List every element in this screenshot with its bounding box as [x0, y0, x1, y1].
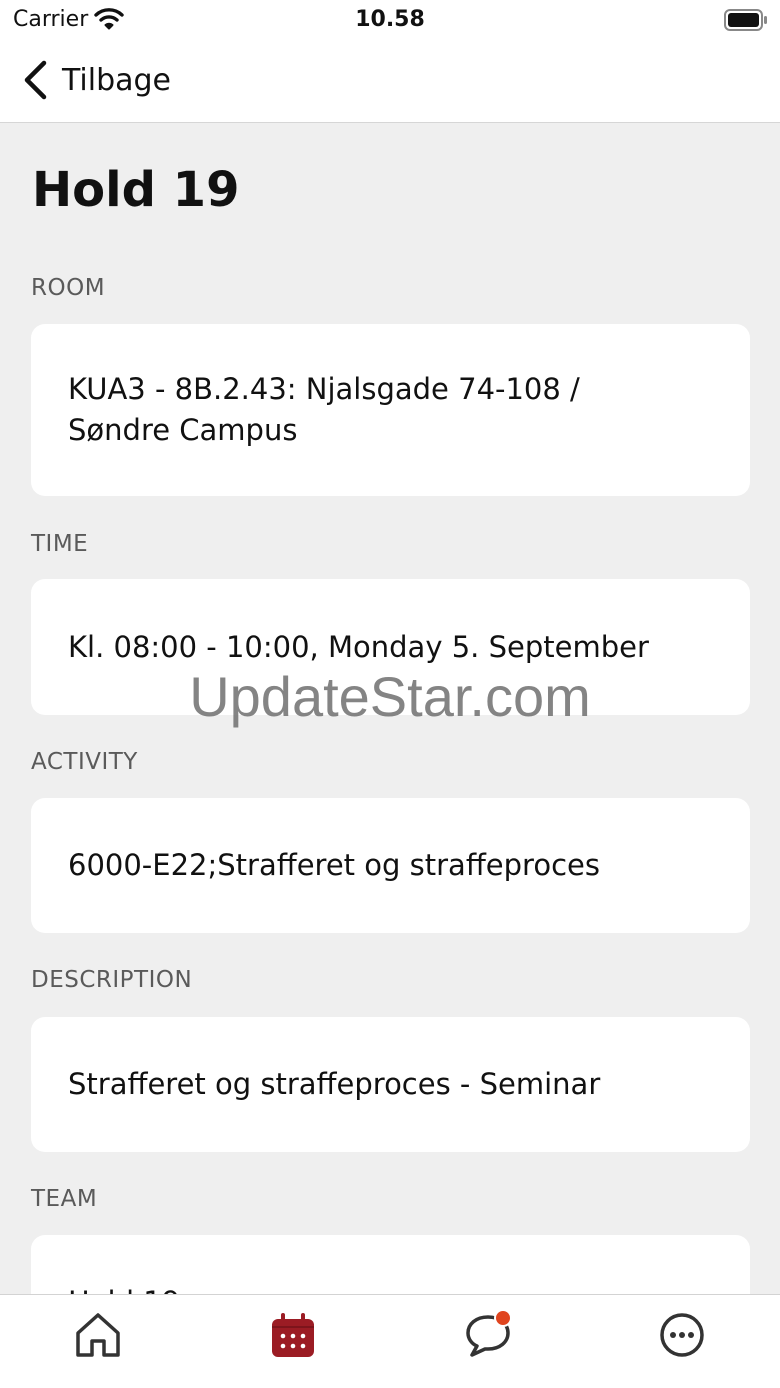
tab-messages[interactable]: [458, 1305, 518, 1365]
chevron-left-icon: [24, 60, 47, 100]
time-card: Kl. 08:00 - 10:00, Monday 5. September: [31, 579, 750, 715]
activity-value: 6000-E22;Strafferet og straffeproces: [68, 848, 600, 882]
team-section-label: TEAM: [31, 1186, 98, 1212]
room-value-line1: KUA3 - 8B.2.43: Njalsgade 74-108 /: [68, 372, 580, 406]
home-icon: [76, 1313, 120, 1357]
back-label: Tilbage: [62, 62, 171, 98]
time-value: Kl. 08:00 - 10:00, Monday 5. September: [68, 629, 649, 664]
notification-badge: [494, 1309, 512, 1327]
description-value: Strafferet og straffeproces - Seminar: [68, 1067, 601, 1101]
room-section-label: ROOM: [31, 275, 106, 301]
battery-icon: [724, 9, 768, 35]
more-icon: [660, 1313, 704, 1357]
room-value: KUA3 - 8B.2.43: Njalsgade 74-108 / Søndr…: [68, 369, 580, 451]
tab-bar: [0, 1294, 780, 1388]
activity-section-label: ACTIVITY: [31, 749, 138, 775]
back-button[interactable]: Tilbage: [22, 58, 171, 102]
room-value-line2: Søndre Campus: [68, 413, 298, 447]
description-section-label: DESCRIPTION: [31, 967, 193, 993]
page-title: Hold 19: [32, 162, 240, 218]
activity-card: 6000-E22;Strafferet og straffeproces: [31, 798, 750, 933]
status-time: 10.58: [355, 7, 425, 32]
tab-more[interactable]: [652, 1305, 712, 1365]
tab-home[interactable]: [68, 1305, 128, 1365]
tab-calendar[interactable]: [263, 1305, 323, 1365]
top-bar: Carrier 10.58 Tilbage: [0, 0, 780, 123]
room-card: KUA3 - 8B.2.43: Njalsgade 74-108 / Søndr…: [31, 324, 750, 496]
description-card: Strafferet og straffeproces - Seminar: [31, 1017, 750, 1152]
calendar-icon: [272, 1313, 314, 1357]
time-section-label: TIME: [31, 531, 89, 557]
